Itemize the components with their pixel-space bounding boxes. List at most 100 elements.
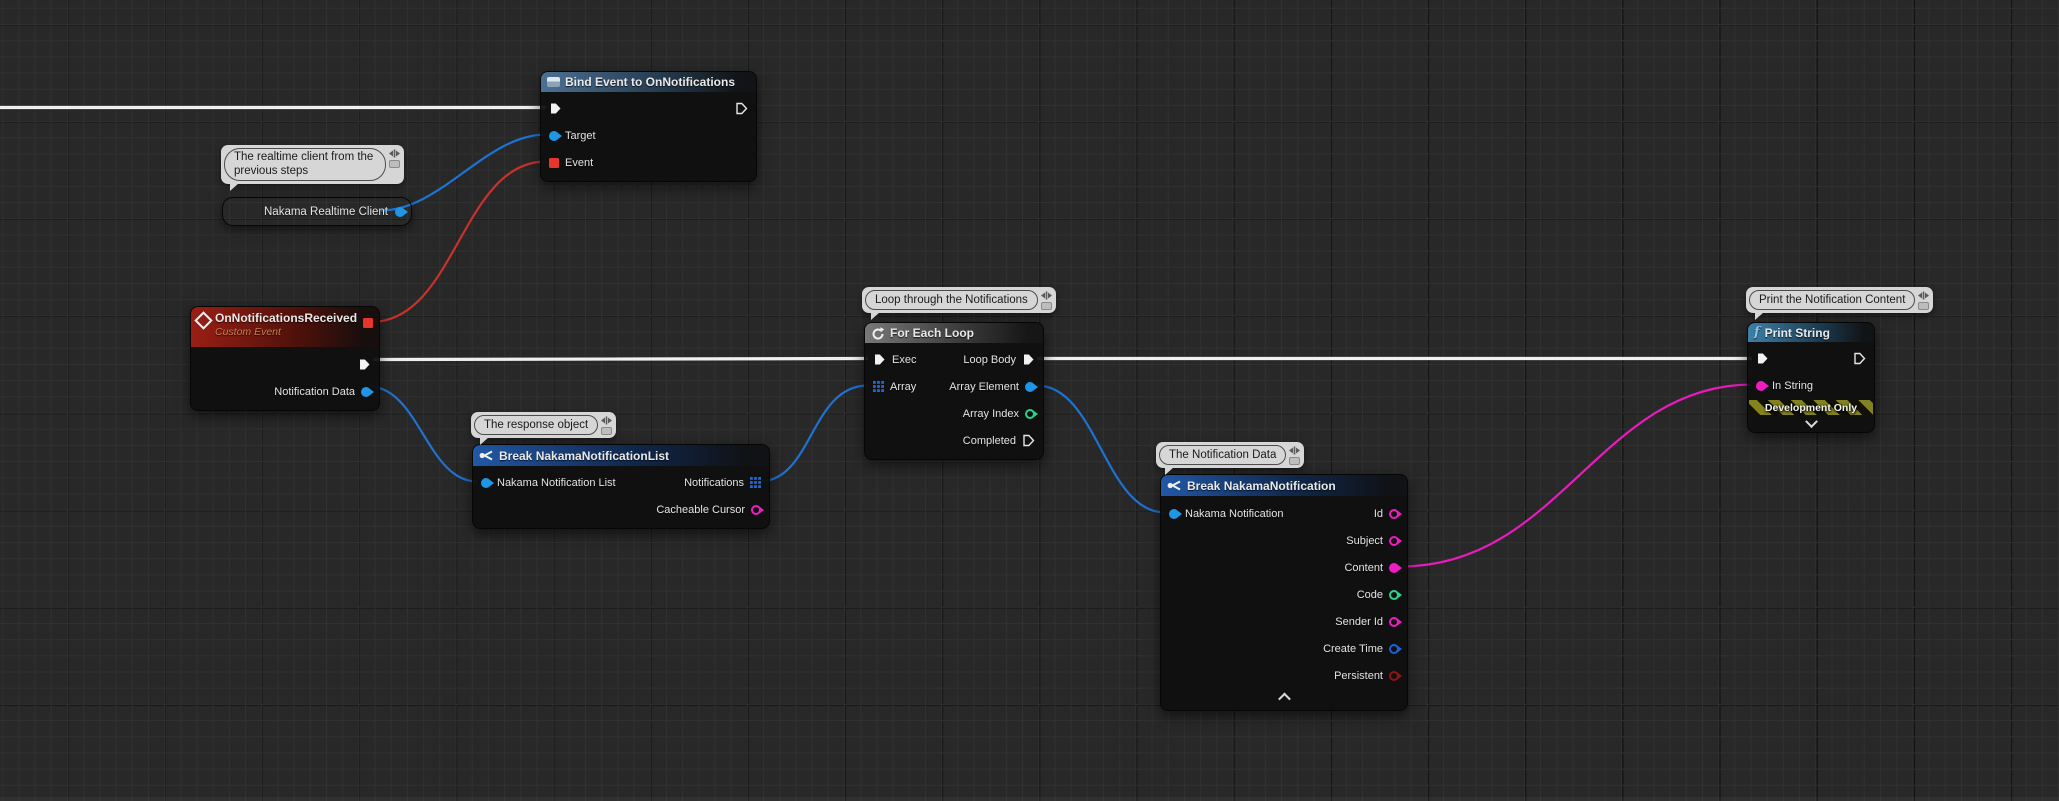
bubble-controls [601, 415, 613, 435]
object-pin-icon [1169, 508, 1179, 519]
exec-out-pin[interactable] [358, 358, 371, 371]
in-string-pin[interactable]: In String [1756, 380, 1813, 392]
client-output-pin[interactable] [395, 206, 405, 217]
chevron-up-icon [1277, 692, 1291, 705]
exec-out-pin[interactable] [735, 102, 748, 115]
pin-row-persistent: Persistent [1161, 662, 1407, 689]
custom-event-header[interactable]: OnNotificationsReceived Custom Event [191, 307, 379, 347]
pin-label: Array [890, 380, 917, 393]
comment-text: Loop through the Notifications [865, 290, 1038, 310]
print-string-header[interactable]: f Print String [1748, 323, 1874, 342]
content-pin[interactable]: Content [1344, 562, 1399, 574]
create-time-pin[interactable]: Create Time [1323, 643, 1399, 655]
node-title: Break NakamaNotificationList [499, 448, 670, 463]
bubble-pin-icon[interactable] [1040, 291, 1052, 300]
collapse-pins-button[interactable] [1161, 689, 1407, 705]
break-struct-icon [1167, 480, 1181, 491]
cacheable-cursor-pin[interactable]: Cacheable Cursor [656, 504, 761, 516]
event-pin[interactable]: Event [549, 157, 593, 169]
custom-event-icon [194, 311, 213, 330]
comment-bubble-print-content[interactable]: Print the Notification Content [1746, 287, 1934, 320]
break-list-header[interactable]: Break NakamaNotificationList [473, 445, 769, 466]
completed-row: Completed [865, 427, 1043, 454]
string-pin-icon [1389, 616, 1399, 627]
node-on-notifications-received[interactable]: OnNotificationsReceived Custom Event Not… [190, 306, 380, 411]
node-break-nakama-notification[interactable]: Break NakamaNotification Nakama Notifica… [1160, 474, 1408, 711]
bubble-pin-icon[interactable] [1918, 291, 1930, 300]
comment-text: The realtime client from the previous st… [224, 148, 386, 181]
pin-label: Create Time [1323, 642, 1383, 655]
blueprint-graph-canvas[interactable]: Bind Event to OnNotifications Target Eve… [0, 0, 2059, 801]
exec-in-pin[interactable] [1756, 352, 1769, 365]
comment-bubble-realtime-client[interactable]: The realtime client from the previous st… [221, 145, 404, 191]
array-input-pin[interactable]: Array [873, 381, 916, 393]
pin-label: Persistent [1334, 669, 1383, 682]
break-notification-header[interactable]: Break NakamaNotification [1161, 475, 1407, 496]
foreach-header[interactable]: For Each Loop [865, 323, 1043, 343]
notifications-output-pin[interactable]: Notifications [684, 477, 761, 489]
array-element-pin[interactable]: Array Element [949, 381, 1035, 393]
pin-event-row: Event [541, 149, 756, 176]
id-pin[interactable]: Id [1374, 508, 1399, 520]
pin-label: Array Element [949, 380, 1019, 393]
comment-bubble-notification-data[interactable]: The Notification Data [1156, 442, 1305, 475]
pin-label: Nakama Notification List [497, 476, 616, 489]
code-pin[interactable]: Code [1357, 589, 1399, 601]
persistent-pin[interactable]: Persistent [1334, 670, 1399, 682]
exec-in-pin[interactable] [549, 102, 562, 115]
int-pin-icon [1025, 408, 1035, 419]
development-only-banner: Development Only [1749, 400, 1873, 415]
node-for-each-loop[interactable]: For Each Loop Exec Loop Body Array Array… [864, 322, 1044, 460]
bubble-comment-icon[interactable] [601, 427, 613, 435]
loop-body-pin[interactable]: Loop Body [963, 353, 1035, 366]
function-icon: f [1754, 325, 1760, 340]
bubble-comment-icon[interactable] [1040, 302, 1052, 310]
exec-out-pin[interactable] [1853, 352, 1866, 365]
array-row: Array Array Element [865, 373, 1043, 400]
pin-label: Nakama Notification [1185, 507, 1284, 520]
pin-label: Code [1356, 588, 1383, 601]
pin-row-subject: Subject [1161, 527, 1407, 554]
node-nakama-realtime-client[interactable]: Nakama Realtime Client [222, 197, 412, 226]
subject-pin[interactable]: Subject [1346, 535, 1399, 547]
pin-label: Loop Body [963, 353, 1016, 366]
node-print-string[interactable]: f Print String In String Development Onl… [1747, 322, 1875, 433]
bubble-comment-icon[interactable] [1918, 302, 1930, 310]
pin-row-2: Cacheable Cursor [473, 496, 769, 523]
string-pin-icon [1389, 562, 1399, 573]
completed-pin[interactable]: Completed [963, 434, 1035, 447]
bubble-comment-icon[interactable] [1289, 457, 1301, 465]
pin-label: Completed [962, 434, 1016, 447]
node-bind-event[interactable]: Bind Event to OnNotifications Target Eve… [540, 71, 757, 182]
notification-list-input-pin[interactable]: Nakama Notification List [481, 477, 616, 489]
bubble-pin-icon[interactable] [389, 149, 400, 158]
delegate-output-pin[interactable] [363, 318, 373, 328]
expand-pins-button[interactable] [1748, 414, 1874, 432]
object-pin-icon [1025, 381, 1035, 392]
exec-in-pin[interactable]: Exec [873, 353, 916, 366]
bubble-controls [1918, 290, 1930, 310]
pin-row-code: Code [1161, 581, 1407, 608]
bind-event-header[interactable]: Bind Event to OnNotifications [541, 72, 756, 92]
pin-in-string-row: In String [1748, 372, 1874, 399]
comment-bubble-loop[interactable]: Loop through the Notifications [862, 287, 1056, 320]
comment-bubble-response-object[interactable]: The response object [471, 412, 617, 445]
array-pin-icon [873, 381, 884, 392]
pin-label: Array Index [962, 407, 1019, 420]
notification-data-pin[interactable]: Notification Data [274, 386, 371, 398]
node-break-nakama-notification-list[interactable]: Break NakamaNotificationList Nakama Noti… [472, 444, 770, 529]
exec-row [191, 351, 379, 378]
bubble-controls [1289, 445, 1301, 465]
delegate-pin-icon [549, 157, 559, 168]
nakama-notification-input-pin[interactable]: Nakama Notification [1169, 508, 1283, 520]
target-pin[interactable]: Target [549, 130, 596, 142]
sender-id-pin[interactable]: Sender Id [1335, 616, 1399, 628]
canvas-bottom-edge [0, 797, 2059, 801]
array-index-pin[interactable]: Array Index [963, 408, 1035, 420]
pin-row-1: Nakama Notification List Notifications [473, 469, 769, 496]
break-struct-icon [479, 450, 493, 461]
bubble-pin-icon[interactable] [601, 416, 613, 425]
pin-label: Sender Id [1335, 615, 1383, 628]
bubble-comment-icon[interactable] [389, 160, 400, 168]
bubble-pin-icon[interactable] [1289, 446, 1301, 455]
